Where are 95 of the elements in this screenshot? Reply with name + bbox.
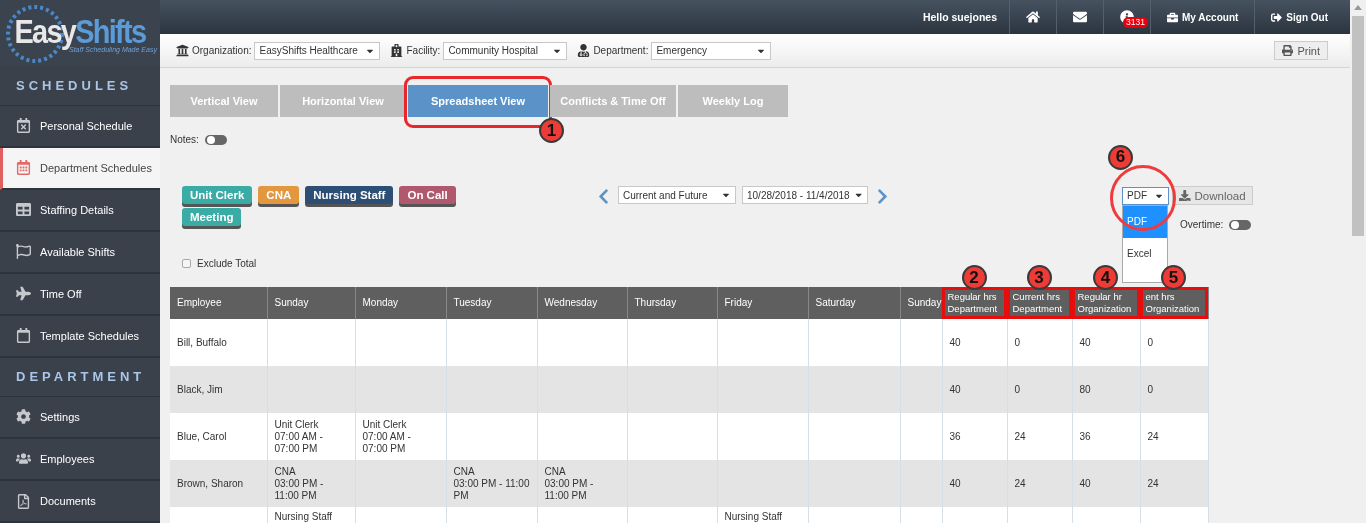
sidebar-item-label: Time Off: [40, 287, 82, 300]
overtime-toggle[interactable]: [1229, 219, 1252, 230]
date-select[interactable]: 10/28/2018 - 11/4/2018: [742, 186, 868, 204]
hours-cell: 40: [1072, 460, 1140, 507]
checkbox[interactable]: [182, 258, 191, 268]
calendar-icon: [16, 160, 31, 176]
scroll-up-icon[interactable]: [1354, 5, 1362, 10]
greeting: Hello suejones: [921, 10, 998, 25]
sidebar-item-label: Template Schedules: [40, 329, 140, 342]
employee-cell: Bill, Buffalo: [170, 319, 267, 366]
column-header: Sunday: [900, 287, 942, 319]
filter-select[interactable]: Emergency: [651, 41, 772, 60]
sidebar-heading: SCHEDULES: [0, 66, 160, 106]
users-icon: [16, 451, 31, 467]
hours-cell: 40: [942, 366, 1007, 413]
plane-icon: [16, 286, 31, 302]
filter-select[interactable]: Community Hospital: [443, 41, 568, 60]
notification-badge: 3131: [1123, 17, 1148, 28]
filter-label: Organization:: [192, 45, 252, 56]
column-header: Sunday: [267, 287, 355, 319]
print-button[interactable]: Print: [1274, 41, 1328, 60]
pdf-file-icon: [16, 493, 31, 509]
filter-label: Department:: [593, 45, 649, 56]
hours-cell: 0: [1140, 319, 1208, 366]
callout-number: 3: [1026, 265, 1052, 290]
column-header: Friday: [717, 287, 808, 319]
print-icon: [1282, 45, 1294, 56]
format-select[interactable]: PDF: [1122, 186, 1169, 205]
filter-label: Facility:: [406, 45, 441, 56]
doctor-icon: [577, 44, 591, 57]
calendar-x-icon: [16, 118, 31, 134]
column-header: Saturday: [808, 287, 900, 319]
hours-cell: 24: [1007, 460, 1072, 507]
overtime-label: Overtime:: [1180, 219, 1224, 230]
bank-icon: [176, 44, 189, 57]
shift-cell: Unit Clerk 07:00 AM - 07:00 PM: [355, 413, 446, 460]
column-header: Thursday: [627, 287, 717, 319]
home-icon: [1026, 10, 1040, 24]
shift-cell: CNA 03:00 PM - 11:00 PM: [446, 460, 537, 507]
calendar-icon: [16, 328, 31, 344]
shift-cell: Nursing Staff: [267, 507, 355, 523]
notes-label: Notes:: [170, 134, 199, 145]
employee-cell: Brown, Sharon: [170, 460, 267, 507]
hours-cell: 40: [942, 460, 1007, 507]
callout-number: 2: [961, 265, 987, 290]
sidebar-item-label: Staffing Details: [40, 203, 114, 216]
hours-cell: 80: [1072, 366, 1140, 413]
hours-cell: 40: [942, 319, 1007, 366]
hours-cell: 0: [1140, 366, 1208, 413]
range-select[interactable]: Current and Future: [618, 186, 736, 204]
employee-cell: Blue, Carol: [170, 413, 267, 460]
hours-cell: 0: [1007, 319, 1072, 366]
hours-cell: 0: [1007, 366, 1072, 413]
table-icon: [16, 202, 31, 218]
column-header: Wednesday: [537, 287, 627, 319]
shift-cell: Unit Clerk 07:00 AM - 07:00 PM: [267, 413, 355, 460]
hours-cell: 36: [942, 413, 1007, 460]
sidebar-item[interactable]: Department Schedules: [0, 147, 160, 190]
sidebar-item-label: Available Shifts: [40, 245, 115, 258]
shift-cell: CNA 03:00 PM - 11:00 PM: [537, 460, 627, 507]
hours-cell: 36: [1072, 413, 1140, 460]
employee-cell: Black, Jim: [170, 366, 267, 413]
filter-select[interactable]: EasyShifts Healthcare: [254, 41, 381, 60]
download-icon: [1179, 189, 1191, 202]
category-tag[interactable]: Nursing Staff: [305, 186, 394, 204]
sidebar-heading: DEPARTMENT: [0, 357, 160, 397]
checkbox-label: Exclude Total: [197, 257, 257, 269]
callout-number: 5: [1161, 265, 1186, 290]
building-icon: [390, 44, 404, 57]
sidebar-item-label: Employees: [40, 452, 95, 465]
mail-icon: [1073, 10, 1087, 24]
hours-cell: 24: [1007, 413, 1072, 460]
sidebar-item-label: Documents: [40, 495, 96, 507]
column-header: Tuesday: [446, 287, 537, 319]
sidebar-item-label: Department Schedules: [40, 161, 152, 174]
hours-cell: 24: [1140, 413, 1208, 460]
hours-cell: 24: [1140, 460, 1208, 507]
logo-text: EasyShifts: [14, 13, 146, 48]
settings-icon: [16, 409, 31, 425]
shift-cell: Nursing Staff: [717, 507, 808, 523]
shift-cell: CNA 03:00 PM - 11:00 PM: [267, 460, 355, 507]
download-button[interactable]: Download: [1172, 186, 1253, 205]
sidebar-item-label: Settings: [40, 410, 80, 423]
column-header: Employee: [170, 287, 267, 319]
sign-out-icon: [1271, 11, 1283, 23]
briefcase-icon: [1167, 11, 1178, 23]
category-tag[interactable]: On Call: [399, 186, 456, 204]
sidebar-item-label: Personal Schedule: [40, 119, 133, 132]
flag-icon: [16, 244, 31, 260]
callout-number: 4: [1093, 265, 1118, 290]
hours-cell: 40: [1072, 319, 1140, 366]
callout-number: 6: [1108, 144, 1133, 170]
notes-toggle[interactable]: [204, 134, 227, 145]
column-header: Monday: [355, 287, 446, 319]
callout-number: 1: [539, 118, 564, 143]
